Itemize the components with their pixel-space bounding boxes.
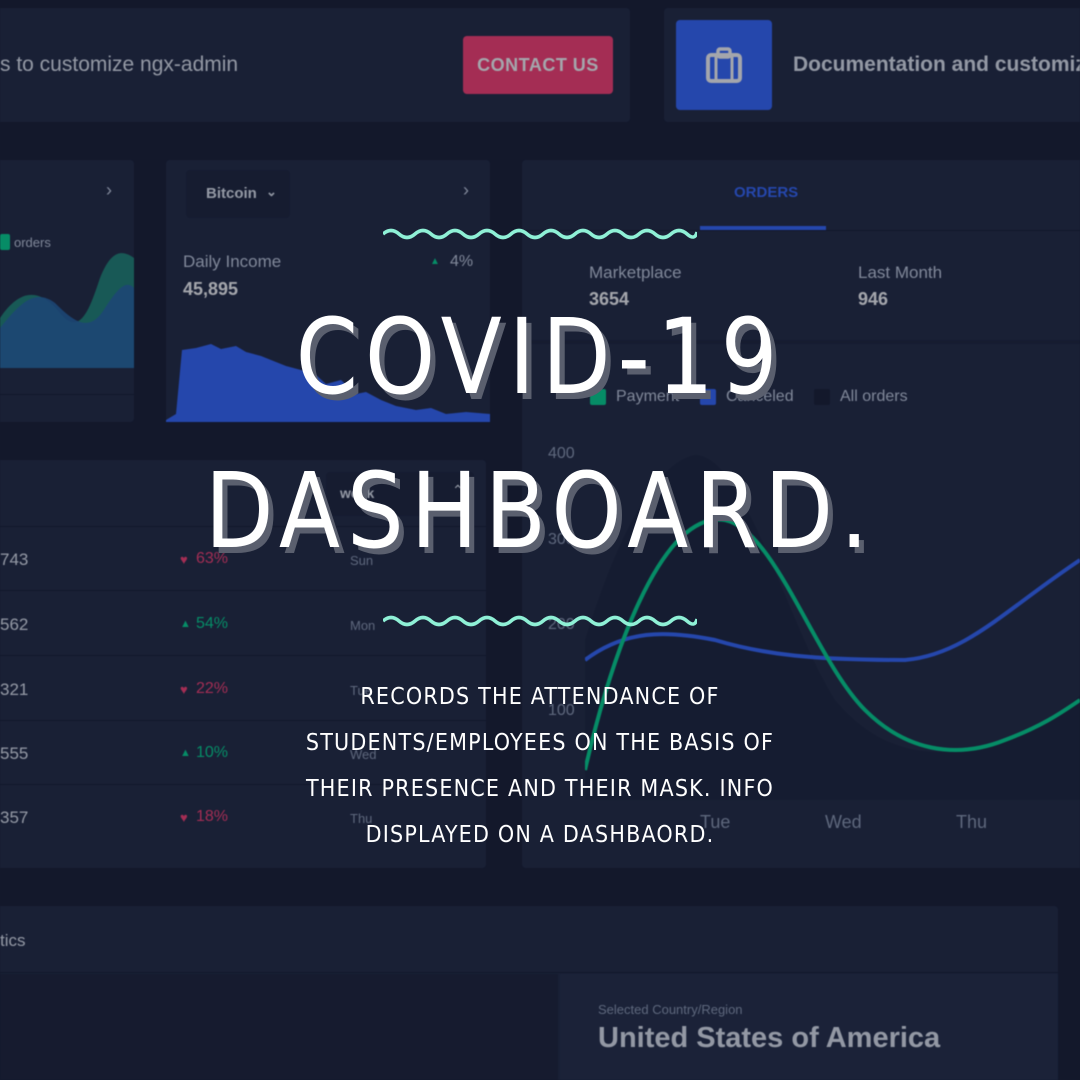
overlay-title-line2: DASHBOARD. xyxy=(204,450,876,572)
overlay-title-line1: COVID-19 xyxy=(295,296,785,418)
overlay-description: Records the attendance of students/emplo… xyxy=(305,684,775,848)
wave-divider-top xyxy=(383,228,697,240)
wave-divider-bottom xyxy=(383,615,697,627)
